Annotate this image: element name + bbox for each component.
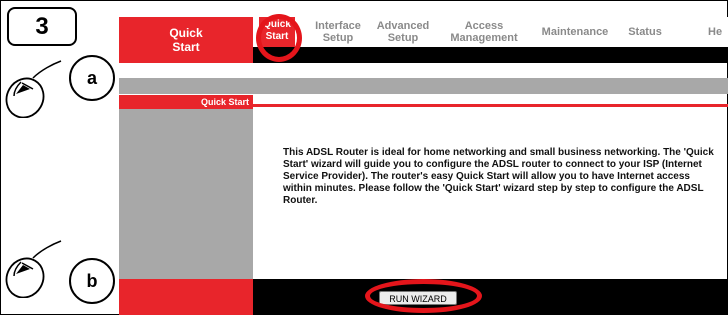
nav-advanced-setup[interactable]: Advanced Setup bbox=[371, 20, 435, 44]
sidebar-panel bbox=[119, 109, 253, 279]
mouse-icon bbox=[5, 60, 62, 118]
brand-line1: Quick bbox=[169, 26, 203, 40]
intro-text: This ADSL Router is ideal for home netwo… bbox=[283, 147, 714, 206]
callout-b: b bbox=[69, 258, 115, 304]
run-wizard-button[interactable]: RUN WIZARD bbox=[379, 291, 457, 305]
header-gray-band bbox=[119, 78, 728, 94]
nav-interface-setup[interactable]: Interface Setup bbox=[308, 20, 368, 44]
footer-bar bbox=[253, 279, 728, 315]
top-nav: Quick Start Interface Setup Advanced Set… bbox=[253, 17, 728, 47]
router-ui: Quick Start Quick Start Interface Setup … bbox=[119, 17, 728, 315]
nav-quick-start[interactable]: Quick Start bbox=[259, 17, 295, 47]
brand-block: Quick Start bbox=[119, 17, 253, 63]
step-number-badge: 3 bbox=[7, 7, 77, 46]
nav-status[interactable]: Status bbox=[616, 26, 674, 38]
sidebar-title: Quick Start bbox=[119, 95, 253, 109]
nav-underbar bbox=[253, 47, 728, 63]
nav-help[interactable]: He bbox=[708, 26, 728, 38]
mouse-icon bbox=[5, 240, 62, 298]
nav-maintenance[interactable]: Maintenance bbox=[536, 26, 614, 38]
section-divider bbox=[253, 104, 728, 107]
callout-a: a bbox=[69, 55, 115, 101]
nav-access-management[interactable]: Access Management bbox=[438, 20, 530, 44]
footer-red-block bbox=[119, 279, 253, 315]
brand-line2: Start bbox=[172, 40, 200, 54]
